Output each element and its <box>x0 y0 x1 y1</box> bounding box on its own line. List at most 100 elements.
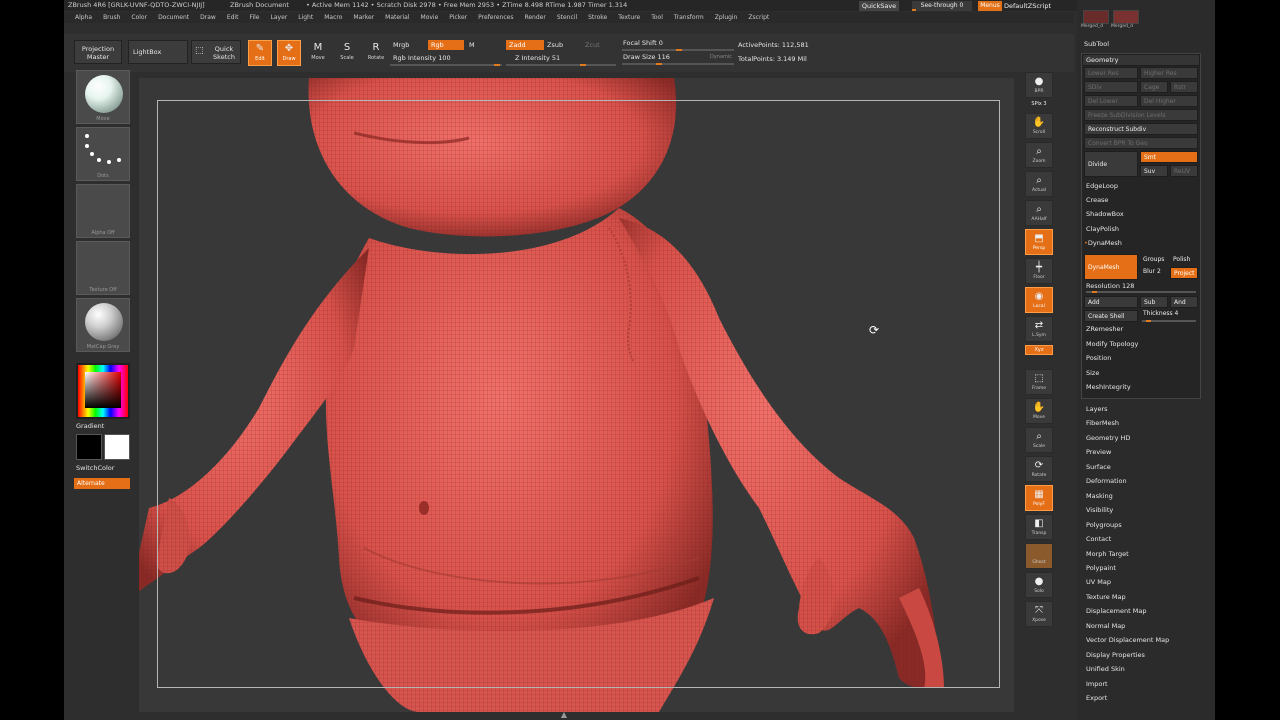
menu-tool[interactable]: Tool <box>651 12 663 23</box>
menu-zscript[interactable]: Zscript <box>748 12 769 23</box>
thickness-track[interactable] <box>1142 320 1196 322</box>
menu-marker[interactable]: Marker <box>353 12 374 23</box>
groups-toggle[interactable]: Groups <box>1140 254 1168 266</box>
projection-master-button[interactable]: Projection Master <box>74 40 122 64</box>
smt-toggle[interactable]: Smt <box>1140 151 1198 163</box>
floor-view-button[interactable]: ┿ Floor <box>1025 258 1053 284</box>
sdiv-slider[interactable]: SDiv <box>1084 81 1138 93</box>
default-zscript-button[interactable]: DefaultZScript <box>1004 1 1060 11</box>
xyz-symmetry-toggle[interactable]: Xyz <box>1025 345 1053 355</box>
rgb-toggle[interactable]: Rgb <box>428 40 464 50</box>
del-higher-button[interactable]: Del Higher <box>1140 95 1198 107</box>
gradient-label[interactable]: Gradient <box>76 422 104 430</box>
canvas-viewport[interactable]: ⟳ <box>139 78 1014 712</box>
menu-transform[interactable]: Transform <box>674 12 704 23</box>
menu-document[interactable]: Document <box>158 12 189 23</box>
menu-color[interactable]: Color <box>131 12 147 23</box>
geometry-header[interactable]: Geometry <box>1082 54 1200 66</box>
dynamesh-button[interactable]: DynaMesh <box>1084 254 1138 280</box>
menu-layer[interactable]: Layer <box>271 12 288 23</box>
lower-res-button[interactable]: Lower Res <box>1084 67 1138 79</box>
frame-view-button[interactable]: ⬚ Frame <box>1025 369 1053 395</box>
menu-preferences[interactable]: Preferences <box>478 12 513 23</box>
texture-thumbnail[interactable]: Texture Off <box>76 241 130 295</box>
menu-movie[interactable]: Movie <box>421 12 439 23</box>
mrgb-toggle[interactable]: Mrgb <box>390 40 412 50</box>
quicksave-button[interactable]: QuickSave <box>859 1 899 11</box>
rotate-tool-button[interactable]: R Rotate <box>364 40 388 66</box>
scale-tool-button[interactable]: S Scale <box>335 40 359 66</box>
secondary-color-swatch[interactable] <box>76 434 102 460</box>
section-uv-map[interactable]: UV Map <box>1086 578 1111 586</box>
meshintegrity-section[interactable]: MeshIntegrity <box>1086 383 1131 391</box>
section-texture-map[interactable]: Texture Map <box>1086 593 1126 601</box>
menu-picker[interactable]: Picker <box>449 12 467 23</box>
solo-view-button[interactable]: ● Solo <box>1025 572 1053 598</box>
section-polygroups[interactable]: Polygroups <box>1086 521 1122 529</box>
freeze-subdivision-button[interactable]: Freeze SubDivision Levels <box>1084 109 1198 121</box>
bottom-shelf-toggle[interactable]: ▲ <box>534 710 594 720</box>
zsub-toggle[interactable]: Zsub <box>544 40 566 50</box>
section-polypaint[interactable]: Polypaint <box>1086 564 1116 572</box>
draw-tool-button[interactable]: ✥ Draw <box>277 40 301 66</box>
create-shell-button[interactable]: Create Shell <box>1084 310 1138 322</box>
del-lower-button[interactable]: Del Lower <box>1084 95 1138 107</box>
sub-button[interactable]: Sub <box>1140 296 1168 308</box>
scale-view-button[interactable]: ⌕ Scale <box>1025 427 1053 453</box>
section-vector-displacement-map[interactable]: Vector Displacement Map <box>1086 636 1169 644</box>
main-color-swatch[interactable] <box>104 434 130 460</box>
z-intensity-slider[interactable] <box>506 64 616 66</box>
section-export[interactable]: Export <box>1086 694 1107 702</box>
section-contact[interactable]: Contact <box>1086 535 1111 543</box>
section-import[interactable]: Import <box>1086 680 1108 688</box>
section-deformation[interactable]: Deformation <box>1086 477 1127 485</box>
move-view-button[interactable]: ✋ Move <box>1025 398 1053 424</box>
menu-brush[interactable]: Brush <box>103 12 120 23</box>
dynamesh-section[interactable]: •DynaMesh <box>1084 239 1122 247</box>
convert-bpr-button[interactable]: Convert BPR To Geo <box>1084 137 1198 149</box>
section-display-properties[interactable]: Display Properties <box>1086 651 1145 659</box>
ghost-view-button[interactable]: Ghost <box>1025 543 1053 569</box>
menu-draw[interactable]: Draw <box>200 12 216 23</box>
edgeloop-section[interactable]: EdgeLoop <box>1086 182 1118 190</box>
section-geometry-hd[interactable]: Geometry HD <box>1086 434 1130 442</box>
suv-toggle[interactable]: Suv <box>1140 165 1168 177</box>
spix-3-slider[interactable]: SPix 3 <box>1025 101 1053 111</box>
rotate-view-button[interactable]: ⟳ Rotate <box>1025 456 1053 482</box>
shadowbox-section[interactable]: ShadowBox <box>1086 210 1124 218</box>
section-normal-map[interactable]: Normal Map <box>1086 622 1125 630</box>
claypolish-section[interactable]: ClayPolish <box>1086 225 1119 233</box>
menu-stencil[interactable]: Stencil <box>557 12 577 23</box>
zadd-toggle[interactable]: Zadd <box>506 40 544 50</box>
menu-texture[interactable]: Texture <box>618 12 640 23</box>
draw-size-slider[interactable] <box>622 63 734 65</box>
size-section[interactable]: Size <box>1086 369 1099 377</box>
position-section[interactable]: Position <box>1086 354 1111 362</box>
modify-topology-section[interactable]: Modify Topology <box>1086 340 1138 348</box>
xpose-view-button[interactable]: ⤧ Xpose <box>1025 601 1053 627</box>
quick-sketch-button[interactable]: ⬚ Quick Sketch <box>191 40 241 64</box>
menu-file[interactable]: File <box>249 12 259 23</box>
menu-macro[interactable]: Macro <box>324 12 342 23</box>
see-through-slider[interactable]: See-through 0 <box>912 1 972 11</box>
alpha-thumbnail[interactable]: Alpha Off <box>76 184 130 238</box>
menus-toggle[interactable]: Menus <box>978 1 1002 11</box>
menu-zplugin[interactable]: Zplugin <box>715 12 738 23</box>
section-preview[interactable]: Preview <box>1086 448 1111 456</box>
menu-edit[interactable]: Edit <box>227 12 239 23</box>
subtool-thumb-1[interactable] <box>1083 10 1109 24</box>
move-tool-button[interactable]: M Move <box>306 40 330 66</box>
section-displacement-map[interactable]: Displacement Map <box>1086 607 1146 615</box>
persp-view-button[interactable]: ⬒ Persp <box>1025 229 1053 255</box>
rgb-intensity-slider[interactable] <box>390 64 502 66</box>
menu-material[interactable]: Material <box>385 12 409 23</box>
focal-shift-slider[interactable] <box>622 49 734 51</box>
section-fibermesh[interactable]: FiberMesh <box>1086 419 1119 427</box>
thickness-slider[interactable]: Thickness 4 <box>1140 308 1198 320</box>
menu-render[interactable]: Render <box>524 12 545 23</box>
resolution-track[interactable] <box>1086 291 1196 293</box>
color-picker[interactable] <box>76 363 130 419</box>
scroll-view-button[interactable]: ✋ Scroll <box>1025 113 1053 139</box>
local-view-button[interactable]: ◉ Local <box>1025 287 1053 313</box>
actual-view-button[interactable]: ⌕ Actual <box>1025 171 1053 197</box>
